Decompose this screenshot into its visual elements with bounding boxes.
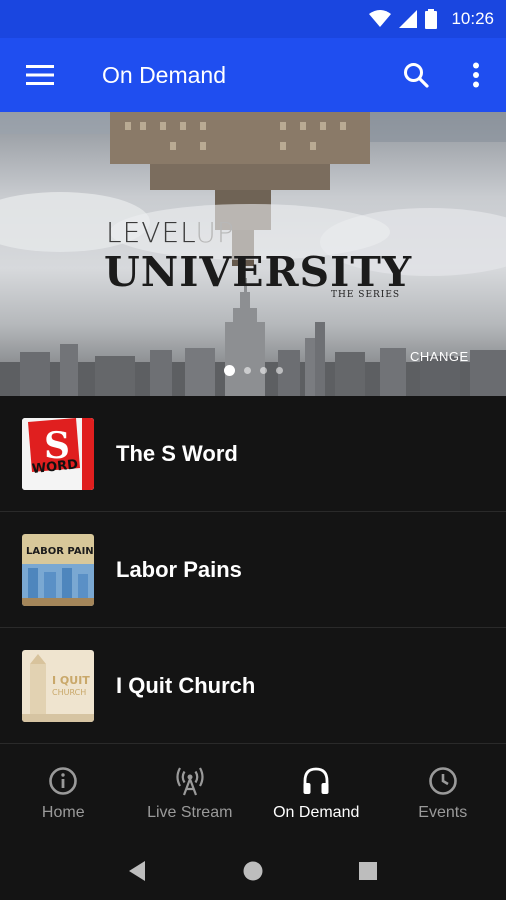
tab-live-stream[interactable]: Live Stream	[127, 746, 254, 842]
carousel-dot[interactable]	[223, 365, 235, 376]
more-options-button[interactable]	[446, 38, 506, 112]
antenna-icon	[176, 767, 204, 796]
carousel-dot[interactable]	[275, 367, 283, 374]
menu-icon	[26, 65, 54, 85]
featured-carousel[interactable]: LEVELUP UNIVERSITY THE SERIES CHANGE	[0, 112, 506, 396]
carousel-dot[interactable]	[243, 367, 251, 374]
hero-subtitle: THE SERIES	[331, 290, 401, 300]
menu-button[interactable]	[0, 38, 80, 112]
tab-label: Live Stream	[147, 804, 233, 821]
tab-events[interactable]: Events	[380, 746, 506, 842]
svg-text:LABOR PAINS: LABOR PAINS	[26, 546, 94, 557]
more-vert-icon	[473, 62, 479, 88]
series-list: S WORD The S Word LABOR PAINS Labor Pain…	[0, 396, 506, 744]
hero-title-top: LEVELUP	[106, 216, 235, 249]
bottom-navigation: Home Live Stream On Demand Events	[0, 746, 506, 842]
tab-on-demand[interactable]: On Demand	[253, 746, 380, 842]
app-bar: On Demand	[0, 38, 506, 112]
hero-title: UNIVERSITY	[104, 248, 413, 296]
series-title: I Quit Church	[116, 672, 256, 698]
search-icon	[404, 63, 429, 88]
hero-brand-logo: CHANGE	[410, 349, 469, 364]
series-thumbnail: S WORD	[22, 417, 94, 490]
status-time: 10:26	[451, 9, 494, 28]
tab-label: On Demand	[273, 804, 360, 821]
svg-text:I QUIT: I QUIT	[52, 674, 90, 687]
series-title: Labor Pains	[116, 556, 242, 582]
wifi-icon	[369, 10, 392, 27]
series-title: The S Word	[116, 440, 238, 466]
search-button[interactable]	[386, 38, 446, 112]
carousel-indicator	[0, 365, 506, 376]
carousel-dot[interactable]	[259, 367, 267, 374]
list-item[interactable]: LABOR PAINS Labor Pains	[0, 512, 506, 628]
battery-icon	[425, 9, 438, 29]
signal-icon	[399, 10, 418, 28]
svg-text:CHURCH: CHURCH	[52, 688, 86, 697]
tab-label: Home	[41, 804, 85, 821]
tab-label: Events	[418, 804, 468, 821]
home-icon[interactable]	[243, 861, 263, 881]
status-bar: 10:26	[0, 0, 506, 38]
clock-icon	[428, 767, 457, 795]
list-item[interactable]: S WORD The S Word	[0, 396, 506, 512]
back-icon[interactable]	[129, 861, 147, 881]
page-title: On Demand	[102, 61, 227, 88]
list-item[interactable]: I QUIT CHURCH I Quit Church	[0, 628, 506, 744]
info-circle-icon	[49, 767, 78, 795]
tab-home[interactable]: Home	[0, 746, 127, 842]
system-navigation-bar	[0, 842, 506, 900]
headphones-icon	[303, 767, 329, 794]
series-thumbnail: LABOR PAINS	[22, 533, 94, 606]
recents-icon[interactable]	[359, 862, 377, 880]
series-thumbnail: I QUIT CHURCH	[22, 649, 94, 722]
